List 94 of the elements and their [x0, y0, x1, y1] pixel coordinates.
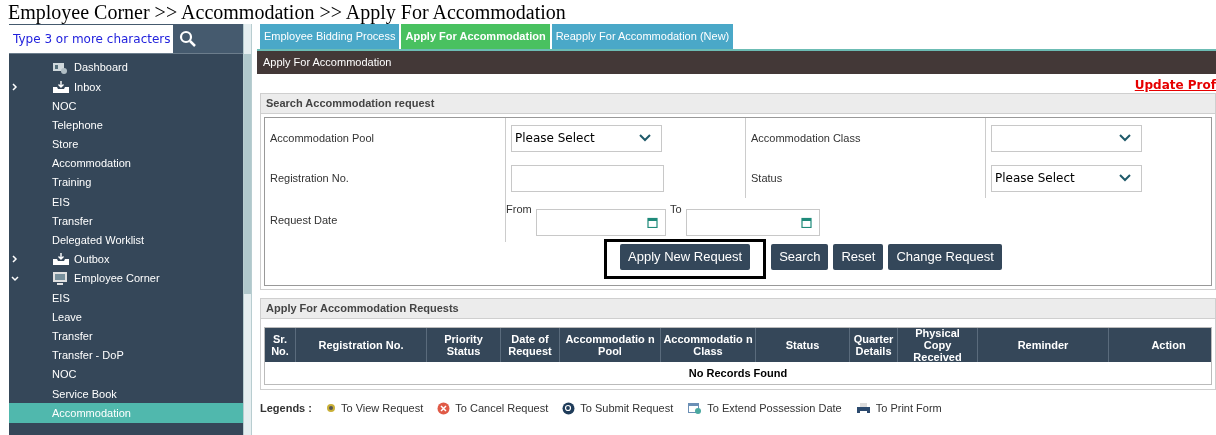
cancel-icon: [437, 401, 451, 415]
sidebar-item-label: Inbox: [74, 79, 101, 95]
scrollbar-thumb[interactable]: [244, 54, 251, 294]
inbox-tray-icon: [52, 252, 70, 267]
chevron-down-icon: [1119, 174, 1131, 182]
panel-header: Apply For Accommodation Requests: [261, 299, 1215, 319]
sidebar-item[interactable]: Dashboard: [9, 58, 243, 78]
sidebar-item[interactable]: Service Book: [9, 384, 243, 404]
sidebar-item[interactable]: Accommodation: [9, 153, 243, 174]
chevron-right-icon: [11, 82, 19, 91]
column-header: Physical Copy Received: [897, 328, 977, 362]
legends-label: Legends :: [260, 401, 312, 416]
select-field[interactable]: Please Select: [511, 124, 662, 152]
column-header: Accommodatio n Class: [660, 328, 755, 362]
field-label: Accommodation Pool: [270, 130, 374, 146]
column-header: Quarter Details: [849, 328, 897, 362]
sidebar-item[interactable]: Transfer: [9, 211, 243, 231]
sidebar-item[interactable]: EIS: [9, 192, 243, 212]
sidebar-item[interactable]: Outbox: [9, 249, 243, 270]
action-button[interactable]: Apply New Request: [620, 244, 751, 270]
sidebar-item[interactable]: Transfer: [9, 326, 243, 346]
sidebar-item[interactable]: Delegated Worklist: [9, 230, 243, 250]
select-field[interactable]: Please Select: [991, 164, 1142, 192]
legend-text: To Submit Request: [580, 401, 674, 416]
sidebar-item[interactable]: Inbox: [9, 77, 243, 97]
date-label: To: [670, 202, 682, 217]
column-header: Action: [1108, 328, 1216, 362]
empty-table-message: No Records Found: [687, 365, 789, 381]
sidebar-item[interactable]: NOC: [9, 365, 243, 385]
field-label: Request Date: [270, 212, 338, 228]
column-header: Status: [755, 328, 849, 362]
legend-text: To Cancel Request: [455, 401, 549, 416]
sidebar-item-label: NOC: [52, 98, 77, 114]
column-header: Reminder: [977, 328, 1108, 362]
sidebar-item[interactable]: Transfer - DoP: [9, 345, 243, 365]
sidebar-item-label: Outbox: [74, 252, 110, 268]
sidebar-item[interactable]: Employee Corner: [9, 269, 243, 289]
monitor-icon: [52, 271, 68, 287]
sidebar-item-label: Training: [52, 175, 92, 191]
chevron-down-icon: [11, 274, 19, 283]
sidebar-item-label: Leave: [52, 309, 82, 325]
sidebar-item-label: Service Book: [52, 386, 117, 402]
field-label: Accommodation Class: [751, 130, 861, 146]
sidebar-item[interactable]: Training: [9, 173, 243, 193]
printer-icon: [855, 401, 871, 415]
column-header: Date of Request: [500, 328, 559, 362]
column-header: Accommodatio n Pool: [559, 328, 660, 362]
sidebar-item[interactable]: EIS: [9, 288, 243, 308]
date-field[interactable]: [535, 209, 666, 236]
sidebar-item-label: Dashboard: [74, 60, 128, 76]
sidebar-item-label: Transfer: [52, 328, 93, 344]
sidebar-item-label: EIS: [52, 290, 70, 306]
select-field[interactable]: [991, 124, 1142, 152]
sidebar-item-label: Accommodation: [52, 156, 131, 172]
action-button[interactable]: Change Request: [888, 244, 1002, 270]
panel-header: Search Accommodation request: [261, 94, 1215, 114]
action-button[interactable]: Reset: [833, 244, 884, 270]
sidebar-item-label: Store: [52, 137, 79, 153]
breadcrumb: Employee Corner >> Accommodation >> Apply For Accommodation: [8, 0, 566, 24]
legend-text: To Print Form: [875, 401, 942, 416]
sidebar-item-label: Transfer: [52, 213, 93, 229]
sidebar-item-label: NOC: [52, 367, 77, 383]
field-label: Registration No.: [270, 170, 349, 186]
sidebar-item-label: Employee Corner: [74, 271, 160, 287]
sidebar-item-label: EIS: [52, 194, 70, 210]
calendar-icon[interactable]: [800, 217, 812, 228]
sidebar-item-label: Delegated Worklist: [52, 233, 145, 249]
search-field[interactable]: Type 3 or more characters: [9, 24, 173, 53]
sidebar-item[interactable]: Telephone: [9, 115, 243, 135]
date-label: From: [506, 202, 532, 217]
sidebar-item-label: Telephone: [52, 117, 103, 133]
sidebar-item[interactable]: NOC: [9, 96, 243, 116]
page-title-bar: Apply For Accommodation: [257, 51, 1216, 74]
legend-text: To View Request: [340, 401, 424, 416]
column-header: Priority Status: [426, 328, 500, 362]
update-profile-link[interactable]: Update Prof: [1134, 76, 1216, 93]
date-field[interactable]: [685, 209, 820, 236]
dashboard-icon: [52, 60, 68, 75]
chevron-down-icon: [1119, 134, 1131, 142]
inbox-tray-icon: [52, 79, 70, 94]
column-header: Registration No.: [295, 328, 426, 362]
calendar-icon: [687, 401, 703, 416]
action-button[interactable]: Search: [771, 244, 829, 270]
sidebar-item[interactable]: Leave: [9, 307, 243, 327]
calendar-icon[interactable]: [647, 217, 658, 228]
sidebar-item-label: Transfer - DoP: [52, 348, 124, 364]
input-field[interactable]: [511, 164, 664, 192]
sidebar-item[interactable]: Store: [9, 134, 243, 154]
sidebar-item-label: Accommodation: [52, 405, 131, 421]
field-label: Status: [751, 170, 783, 186]
chevron-down-icon: [639, 134, 651, 142]
legend-text: To Extend Possession Date: [707, 401, 842, 416]
column-header: Sr. No.: [270, 332, 290, 359]
chevron-right-icon: [11, 255, 19, 264]
